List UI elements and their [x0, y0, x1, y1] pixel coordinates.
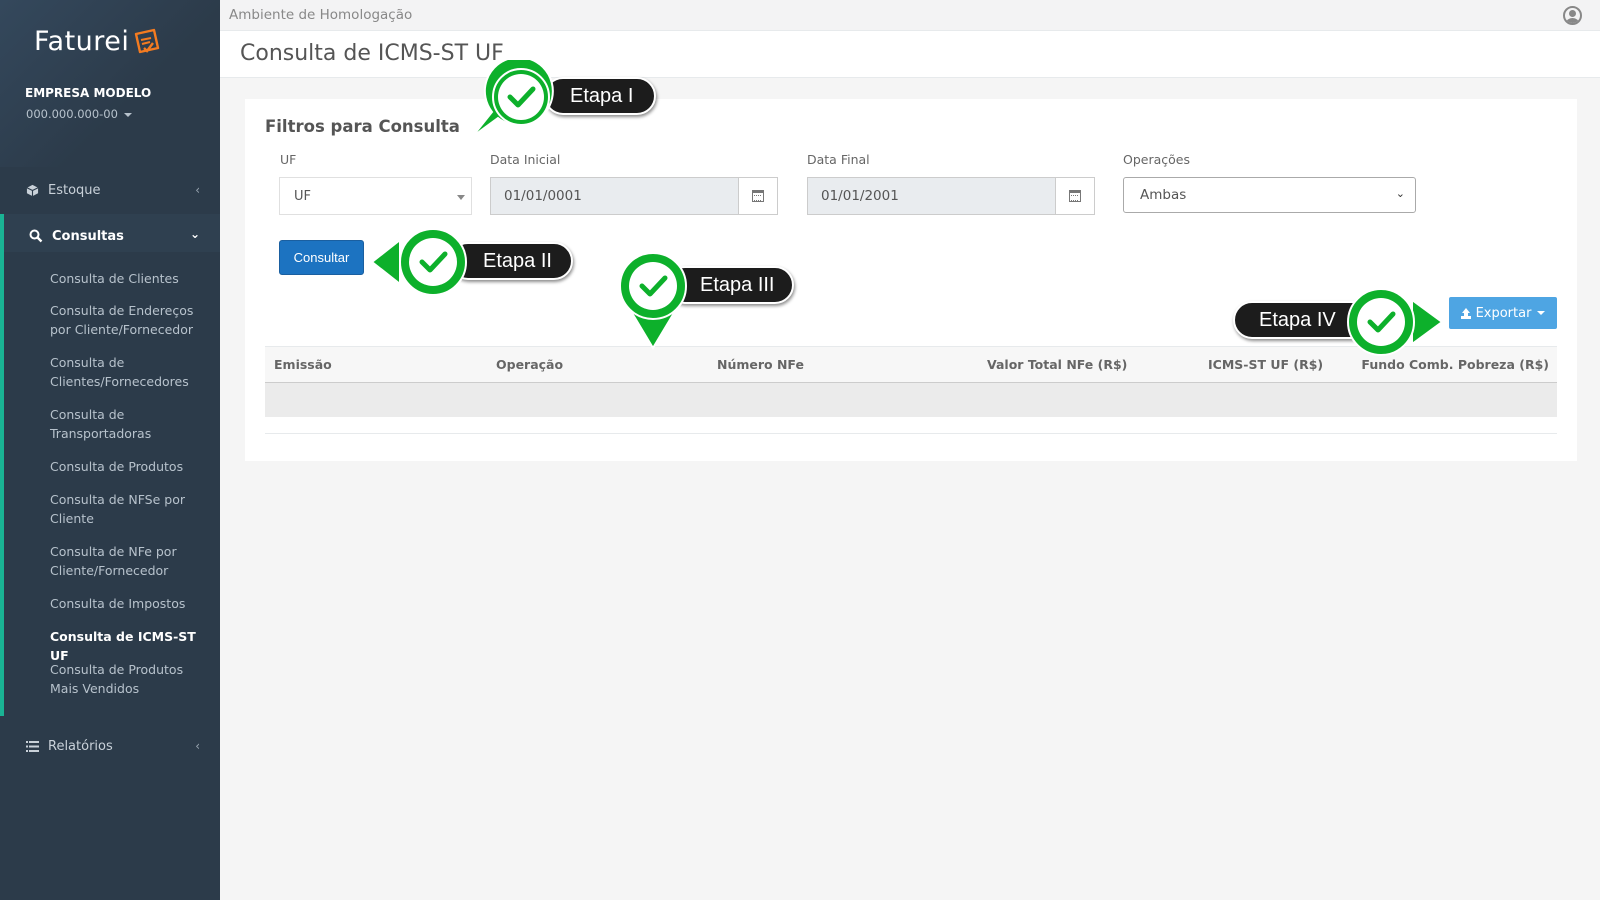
data-inicial-label: Data Inicial [490, 152, 561, 167]
chevron-left-icon: ‹ [195, 183, 200, 197]
calendar-icon [1069, 190, 1081, 202]
operacoes-label: Operações [1123, 152, 1190, 167]
data-inicial-calendar-button[interactable] [739, 177, 778, 215]
column-fundo-comb-pobreza[interactable]: Fundo Comb. Pobreza (R$) [1361, 357, 1549, 372]
data-final-input[interactable]: 01/01/2001 [807, 177, 1056, 215]
logo[interactable]: Faturei [34, 26, 160, 57]
step-3-text: Etapa III [700, 273, 775, 296]
data-final-calendar-button[interactable] [1056, 177, 1095, 215]
submenu-consulta-nfe[interactable]: Consulta de NFe por Cliente/Fornecedor [50, 542, 215, 580]
chevron-down-icon: ⌄ [189, 227, 200, 241]
uf-select[interactable]: UF [279, 177, 472, 215]
data-final-label: Data Final [807, 152, 870, 167]
logo-text: Faturei [34, 26, 130, 57]
uf-select-value: UF [294, 188, 311, 204]
data-final-value: 01/01/2001 [821, 188, 899, 204]
sidebar-item-label: Estoque [48, 182, 101, 198]
sidebar: Faturei EMPRESA MODELO 000.000.000-00 Es… [0, 0, 220, 900]
step-1-check-icon [471, 60, 554, 138]
table-empty-row [265, 383, 1557, 417]
column-operacao[interactable]: Operação [496, 357, 563, 372]
consultar-button[interactable]: Consultar [279, 240, 364, 275]
table-footer-divider [265, 433, 1557, 434]
submenu-consulta-impostos[interactable]: Consulta de Impostos [50, 594, 215, 613]
upload-icon [1461, 307, 1472, 319]
cube-icon [24, 184, 40, 197]
column-numero-nfe[interactable]: Número NFe [717, 357, 804, 372]
company-selector[interactable]: 000.000.000-00 [26, 107, 132, 121]
operacoes-select-value: Ambas [1140, 187, 1187, 203]
receipt-logo-icon [132, 28, 160, 56]
operacoes-select[interactable]: Ambas ⌄ [1123, 177, 1416, 213]
sidebar-item-estoque[interactable]: Estoque ‹ [0, 168, 220, 212]
company-cnpj: 000.000.000-00 [26, 107, 118, 121]
chevron-left-icon: ‹ [195, 739, 200, 753]
step-2-check-icon [370, 228, 467, 296]
step-4-text: Etapa IV [1259, 308, 1336, 331]
data-inicial-input[interactable]: 01/01/0001 [490, 177, 739, 215]
uf-label: UF [280, 152, 297, 167]
submenu-consulta-nfse[interactable]: Consulta de NFSe por Cliente [50, 490, 215, 528]
list-icon [24, 740, 40, 752]
dropdown-arrow-icon [457, 195, 465, 200]
step-1-text: Etapa I [570, 84, 634, 107]
page-header: Consulta de ICMS-ST UF [220, 31, 1600, 78]
submenu-consulta-enderecos[interactable]: Consulta de Endereços por Cliente/Fornec… [50, 301, 215, 339]
user-circle-icon[interactable] [1563, 6, 1582, 25]
sidebar-item-label: Consultas [52, 228, 124, 244]
filters-title: Filtros para Consulta [265, 117, 460, 136]
data-inicial-value: 01/01/0001 [504, 188, 582, 204]
sidebar-item-label: Relatórios [48, 738, 113, 754]
column-valor-total-nfe[interactable]: Valor Total NFe (R$) [987, 357, 1127, 372]
environment-label: Ambiente de Homologação [229, 7, 413, 23]
step-2-text: Etapa II [483, 249, 552, 272]
submenu-consulta-transportadoras[interactable]: Consulta de Transportadoras [50, 405, 215, 443]
search-icon [28, 229, 44, 243]
step-1-label: Etapa I [544, 77, 656, 115]
sidebar-item-relatorios[interactable]: Relatórios ‹ [0, 724, 220, 768]
caret-down-icon [123, 112, 132, 117]
submenu-consulta-clientes-fornecedores[interactable]: Consulta de Clientes/Fornecedores [50, 353, 215, 391]
page-title: Consulta de ICMS-ST UF [240, 41, 504, 66]
company-name: EMPRESA MODELO [25, 86, 152, 100]
step-4-check-icon [1347, 288, 1444, 356]
column-icms-st-uf[interactable]: ICMS-ST UF (R$) [1208, 357, 1323, 372]
submenu-consulta-produtos[interactable]: Consulta de Produtos [50, 457, 215, 476]
caret-down-icon [1537, 311, 1546, 315]
calendar-icon [752, 190, 764, 202]
consultas-submenu: Consulta de Clientes Consulta de Endereç… [0, 252, 220, 716]
sidebar-header: Faturei EMPRESA MODELO 000.000.000-00 [0, 0, 220, 167]
topbar: Ambiente de Homologação [220, 0, 1600, 31]
exportar-button[interactable]: Exportar [1449, 297, 1557, 329]
submenu-consulta-clientes[interactable]: Consulta de Clientes [50, 269, 215, 288]
column-emissao[interactable]: Emissão [274, 357, 332, 372]
submenu-consulta-produtos-mais-vendidos[interactable]: Consulta de Produtos Mais Vendidos [50, 660, 215, 698]
chevron-down-icon: ⌄ [1395, 187, 1405, 200]
exportar-label: Exportar [1475, 305, 1532, 321]
step-3-check-icon [619, 252, 687, 350]
